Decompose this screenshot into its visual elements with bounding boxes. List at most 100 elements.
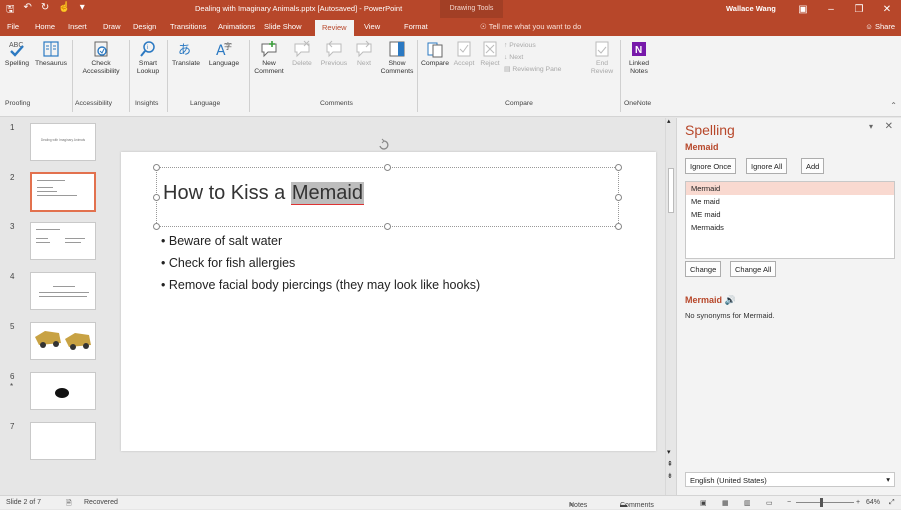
- restore-icon[interactable]: ❐: [845, 0, 873, 18]
- slide-thumbnail-2[interactable]: [30, 172, 96, 212]
- language-select[interactable]: English (United States) ▾: [685, 472, 895, 487]
- collapse-ribbon-icon[interactable]: ⌃: [890, 101, 897, 110]
- next-comment-button[interactable]: Next: [352, 40, 376, 68]
- tab-format[interactable]: Format: [404, 22, 428, 31]
- resize-handle[interactable]: [153, 223, 160, 230]
- slide-thumbnail-3[interactable]: [30, 222, 96, 260]
- scroll-thumb[interactable]: [668, 168, 674, 213]
- previous-slide-icon[interactable]: ⇞: [667, 460, 673, 468]
- zoom-in-icon[interactable]: +: [856, 499, 860, 506]
- resize-handle[interactable]: [384, 223, 391, 230]
- slide-title[interactable]: How to Kiss a Memaid: [163, 182, 364, 205]
- close-pane-icon[interactable]: ✕: [885, 121, 893, 132]
- resize-handle[interactable]: [615, 194, 622, 201]
- bullet-list[interactable]: Beware of salt water Check for fish alle…: [161, 230, 480, 296]
- normal-view-icon[interactable]: ▣: [700, 499, 707, 507]
- slide-thumbnail-6[interactable]: [30, 372, 96, 410]
- next-change-button[interactable]: ↓ Next: [504, 54, 554, 62]
- close-icon[interactable]: ✕: [873, 0, 901, 18]
- resize-handle[interactable]: [153, 164, 160, 171]
- tab-view[interactable]: View: [364, 22, 380, 31]
- bullet-item[interactable]: Beware of salt water: [161, 230, 480, 252]
- compare-button[interactable]: Compare: [420, 40, 450, 68]
- slide-sorter-icon[interactable]: ▦: [722, 499, 729, 507]
- spelling-button[interactable]: ABC Spelling: [2, 40, 32, 68]
- suggestion-item[interactable]: Mermaids: [686, 221, 894, 234]
- translate-button[interactable]: あ Translate: [170, 40, 202, 68]
- resize-handle[interactable]: [153, 194, 160, 201]
- end-review-button[interactable]: End Review: [590, 40, 614, 76]
- vertical-scrollbar[interactable]: ▴ ▾ ⇞ ⇟: [665, 118, 676, 495]
- touch-mode-icon[interactable]: ☝: [58, 2, 70, 19]
- slide-thumbnail-7[interactable]: [30, 422, 96, 460]
- tab-file[interactable]: File: [7, 22, 19, 31]
- delete-comment-button[interactable]: Delete: [288, 40, 316, 68]
- reading-view-icon[interactable]: ▥: [744, 499, 751, 507]
- misspelled-word[interactable]: Memaid: [290, 182, 364, 205]
- resize-handle[interactable]: [615, 164, 622, 171]
- smart-lookup-button[interactable]: i Smart Lookup: [133, 40, 163, 76]
- show-comments-button[interactable]: Show Comments: [380, 40, 414, 76]
- customize-icon[interactable]: ▾: [80, 2, 85, 19]
- minimize-icon[interactable]: –: [817, 0, 845, 18]
- share-button[interactable]: ☺ Share: [865, 22, 895, 31]
- thesaurus-icon: [43, 41, 59, 57]
- tab-slideshow[interactable]: Slide Show: [264, 22, 302, 31]
- tab-review[interactable]: Review: [315, 20, 354, 36]
- tell-me-search[interactable]: ☉ Tell me what you want to do: [480, 22, 581, 31]
- user-name[interactable]: Wallace Wang: [726, 4, 776, 13]
- suggestion-item[interactable]: ME maid: [686, 208, 894, 221]
- spell-check-status-icon[interactable]: 🗎: [66, 499, 72, 510]
- accept-button[interactable]: Accept: [452, 40, 476, 68]
- rotate-handle-icon[interactable]: [377, 138, 391, 152]
- new-comment-button[interactable]: New Comment: [252, 40, 286, 76]
- reject-button[interactable]: Reject: [478, 40, 502, 68]
- group-onenote: OneNote: [624, 100, 652, 107]
- undo-icon[interactable]: ↶: [24, 2, 32, 19]
- bullet-item[interactable]: Remove facial body piercings (they may l…: [161, 274, 480, 296]
- slideshow-icon[interactable]: ▭: [766, 499, 773, 507]
- bullet-item[interactable]: Check for fish allergies: [161, 252, 480, 274]
- previous-comment-button[interactable]: Previous: [318, 40, 350, 68]
- tab-transitions[interactable]: Transitions: [170, 22, 206, 31]
- zoom-level[interactable]: 64%: [866, 499, 880, 506]
- tab-design[interactable]: Design: [133, 22, 156, 31]
- redo-icon[interactable]: ↻: [41, 2, 49, 19]
- scroll-up-icon[interactable]: ▴: [667, 117, 671, 125]
- ignore-once-button[interactable]: Ignore Once: [685, 158, 737, 174]
- tab-home[interactable]: Home: [35, 22, 55, 31]
- thesaurus-button[interactable]: Thesaurus: [34, 40, 68, 68]
- next-slide-icon[interactable]: ⇟: [667, 472, 673, 480]
- scroll-down-icon[interactable]: ▾: [667, 448, 671, 456]
- tab-draw[interactable]: Draw: [103, 22, 121, 31]
- slide-thumbnail-1[interactable]: Dealing with Imaginary Animals: [30, 123, 96, 161]
- speaker-icon[interactable]: 🔊: [725, 295, 736, 305]
- save-icon[interactable]: 🖫: [6, 2, 15, 19]
- zoom-slider[interactable]: [796, 502, 854, 503]
- slide-thumbnail-5[interactable]: [30, 322, 96, 360]
- reviewing-pane-button[interactable]: ▤ Reviewing Pane: [504, 66, 569, 74]
- change-button[interactable]: Change: [685, 261, 722, 277]
- pane-options-icon[interactable]: ▾: [869, 122, 873, 131]
- resize-handle[interactable]: [615, 223, 622, 230]
- zoom-out-icon[interactable]: −: [787, 499, 791, 506]
- slide-thumbnail-4[interactable]: [30, 272, 96, 310]
- tab-animations[interactable]: Animations: [218, 22, 255, 31]
- zoom-slider-thumb[interactable]: [820, 498, 823, 507]
- suggestion-item[interactable]: Me maid: [686, 195, 894, 208]
- resize-handle[interactable]: [384, 164, 391, 171]
- ribbon-display-icon[interactable]: ▣: [789, 0, 817, 18]
- linked-notes-button[interactable]: N Linked Notes: [624, 40, 654, 76]
- slide-number: 2: [10, 173, 15, 182]
- ignore-all-button[interactable]: Ignore All: [746, 158, 788, 174]
- fit-slide-icon[interactable]: ⤢: [889, 499, 895, 507]
- group-accessibility: Accessibility: [75, 100, 113, 107]
- change-all-button[interactable]: Change All: [730, 261, 777, 277]
- language-button[interactable]: A字 Language: [204, 40, 244, 68]
- tab-insert[interactable]: Insert: [68, 22, 87, 31]
- previous-change-button[interactable]: ↑ Previous: [504, 42, 554, 50]
- check-accessibility-button[interactable]: Check Accessibility: [75, 40, 127, 76]
- current-slide[interactable]: How to Kiss a Memaid Beware of salt wate…: [121, 152, 656, 451]
- suggestion-item[interactable]: Mermaid: [686, 182, 894, 195]
- add-button[interactable]: Add: [801, 158, 825, 174]
